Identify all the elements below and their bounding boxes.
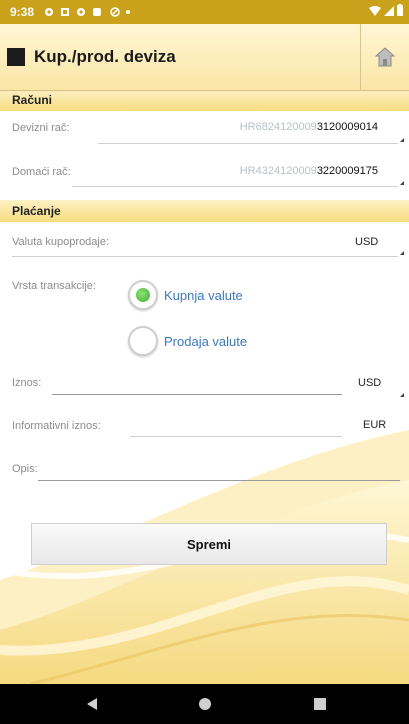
recents-nav-button[interactable]: [310, 694, 330, 714]
notification-square-icon: [60, 6, 70, 16]
app-bar: Kup./prod. deviza: [0, 24, 409, 91]
informativni-label: Informativni iznos:: [12, 420, 101, 432]
domaci-account-spinner[interactable]: HR43241200093220009175: [240, 165, 378, 177]
signal-icon: [384, 5, 394, 19]
devizni-label: Devizni rač:: [12, 122, 70, 134]
devizni-account-suffix: 3120009014: [316, 121, 378, 133]
recents-icon: [314, 698, 326, 710]
devizni-account-prefix: HR6824120009: [239, 121, 317, 133]
opis-label: Opis:: [12, 463, 38, 475]
wifi-icon: [369, 5, 381, 19]
informativni-field: [130, 436, 342, 437]
section-racuni-title: Računi: [12, 93, 53, 107]
radio-kupnja-label[interactable]: Kupnja valute: [164, 288, 243, 303]
domaci-dropdown-indicator: [400, 181, 404, 185]
battery-icon: [397, 4, 403, 19]
save-button[interactable]: Spremi: [31, 523, 387, 565]
devizni-account-spinner[interactable]: HR68241200093120009014: [240, 121, 378, 133]
valuta-spinner[interactable]: USD: [355, 236, 378, 248]
home-circle-icon: [199, 698, 211, 710]
radio-prodaja[interactable]: Prodaja valute: [128, 326, 247, 356]
home-button[interactable]: [362, 30, 408, 84]
app-bar-divider: [360, 24, 361, 90]
radio-prodaja-label[interactable]: Prodaja valute: [164, 334, 247, 349]
vrsta-label: Vrsta transakcije:: [12, 280, 96, 292]
notification-dot-icon: [126, 10, 130, 14]
valuta-label: Valuta kupoprodaje:: [12, 236, 110, 248]
devizni-underline: [98, 143, 398, 144]
notification-app-icon: [92, 6, 102, 16]
iznos-label: Iznos:: [12, 377, 42, 389]
iznos-currency-spinner[interactable]: USD: [358, 377, 381, 389]
devizni-dropdown-indicator: [400, 138, 404, 142]
opis-input[interactable]: [38, 480, 400, 481]
back-nav-button[interactable]: [82, 694, 102, 714]
notification-gear-icon: [44, 6, 54, 16]
valuta-dropdown-indicator: [400, 251, 404, 255]
home-nav-button[interactable]: [195, 694, 215, 714]
section-placanje-title: Plaćanje: [12, 204, 61, 218]
radio-kupnja-circle[interactable]: [128, 280, 158, 310]
domaci-label: Domaći rač:: [12, 166, 71, 178]
home-icon: [374, 47, 396, 67]
iznos-currency-dropdown-indicator: [400, 393, 404, 397]
domaci-account-prefix: HR4324120009: [239, 165, 317, 177]
status-bar: 9:38: [0, 0, 409, 24]
status-time: 9:38: [10, 5, 35, 19]
domaci-account-suffix: 3220009175: [316, 165, 378, 177]
navigation-bar: [0, 684, 409, 724]
valuta-underline: [12, 256, 398, 257]
informativni-currency: EUR: [363, 419, 387, 431]
app-title: Kup./prod. deviza: [34, 47, 176, 66]
notification-gear-icon-2: [76, 6, 86, 16]
section-placanje: Plaćanje: [0, 200, 409, 222]
radio-kupnja[interactable]: Kupnja valute: [128, 280, 243, 310]
back-icon: [87, 698, 97, 710]
iznos-input[interactable]: [52, 394, 342, 395]
domaci-underline: [72, 186, 398, 187]
section-racuni: Računi: [0, 89, 409, 111]
app-logo-icon: [7, 48, 25, 66]
radio-prodaja-circle[interactable]: [128, 326, 158, 356]
notification-blocked-icon: [110, 6, 120, 17]
